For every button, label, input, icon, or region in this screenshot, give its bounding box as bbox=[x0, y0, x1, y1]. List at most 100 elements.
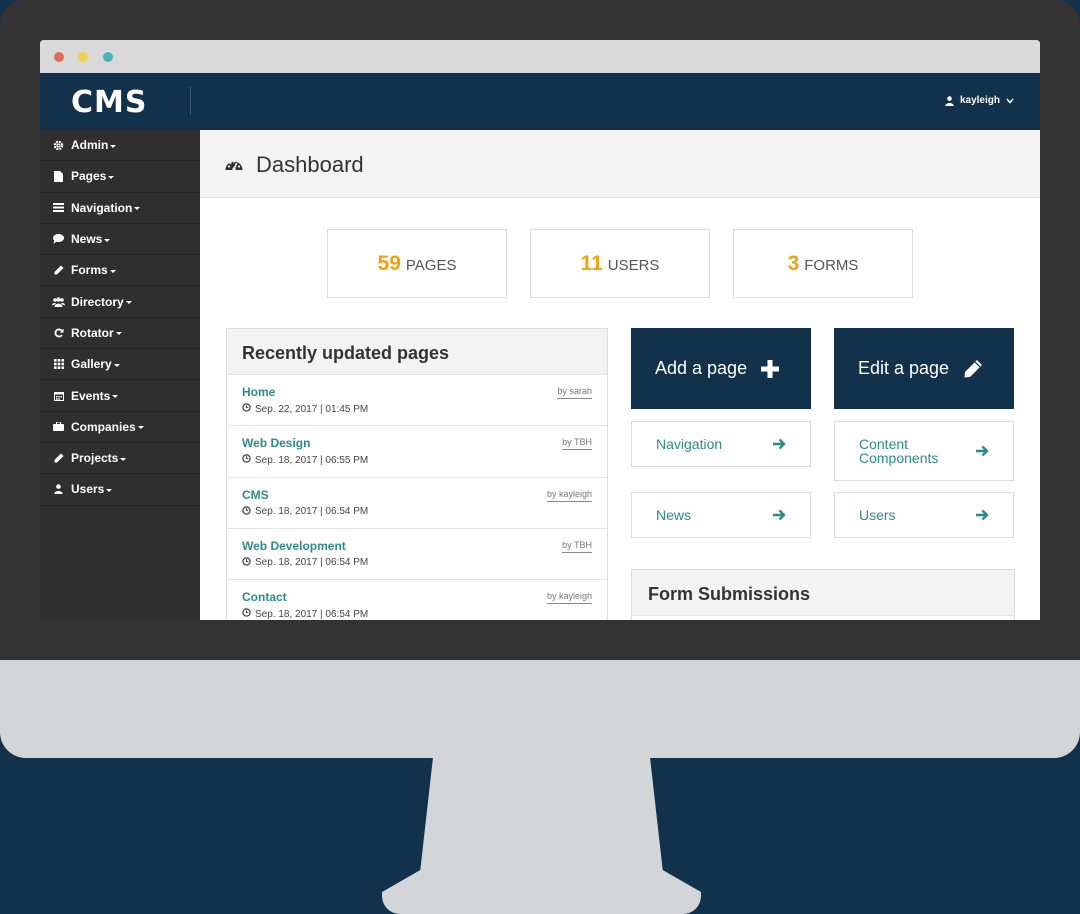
caret-down-icon bbox=[110, 144, 117, 148]
sidebar-item-admin[interactable]: Admin bbox=[40, 130, 200, 162]
chevron-down-icon bbox=[1006, 97, 1014, 104]
comment-icon bbox=[52, 233, 65, 246]
arrow-right-icon bbox=[976, 509, 989, 521]
user-name: kayleigh bbox=[959, 95, 1000, 106]
sidebar-item-label: Directory bbox=[71, 294, 124, 309]
list-icon bbox=[52, 201, 65, 214]
page-title: Dashboard bbox=[256, 152, 364, 177]
form-submissions-panel: Form Submissions bbox=[631, 569, 1015, 620]
user-icon bbox=[52, 483, 65, 496]
stat-value: 59 bbox=[377, 251, 401, 275]
recent-page-link[interactable]: Web Design bbox=[242, 436, 592, 450]
list-item: Contact Sep. 18, 2017 | 06:54 PM by kayl… bbox=[227, 580, 607, 620]
author-badge: by TBH bbox=[562, 437, 592, 451]
sidebar-item-rotator[interactable]: Rotator bbox=[40, 318, 200, 350]
clock-icon bbox=[242, 454, 251, 466]
window-minimize-dot[interactable] bbox=[78, 52, 88, 62]
sidebar-item-news[interactable]: News bbox=[40, 224, 200, 256]
sidebar-item-events[interactable]: Events bbox=[40, 380, 200, 412]
list-item: Web Design Sep. 18, 2017 | 06:55 PM by T… bbox=[227, 426, 607, 478]
list-item: Web Development Sep. 18, 2017 | 06:54 PM… bbox=[227, 529, 607, 581]
clock-icon bbox=[242, 403, 251, 415]
window-close-dot[interactable] bbox=[54, 52, 64, 62]
pencil-icon bbox=[52, 264, 65, 277]
caret-down-icon bbox=[120, 457, 127, 461]
caret-down-icon bbox=[137, 426, 144, 430]
sidebar-item-projects[interactable]: Projects bbox=[40, 443, 200, 475]
navigation-link-label: Navigation bbox=[656, 436, 723, 452]
page-header: Dashboard bbox=[200, 130, 1040, 198]
date-text: Sep. 18, 2017 | 06:54 PM bbox=[255, 608, 369, 620]
recent-page-link[interactable]: CMS bbox=[242, 488, 592, 502]
recent-page-date: Sep. 18, 2017 | 06:54 PM bbox=[242, 557, 592, 569]
author-badge: by kayleigh bbox=[546, 591, 592, 605]
user-menu[interactable]: kayleigh bbox=[945, 95, 1014, 106]
news-link[interactable]: News bbox=[631, 492, 811, 538]
sidebar-item-gallery[interactable]: Gallery bbox=[40, 349, 200, 381]
recent-page-link[interactable]: Contact bbox=[242, 590, 592, 604]
sidebar-item-forms[interactable]: Forms bbox=[40, 255, 200, 287]
sidebar-item-label: Navigation bbox=[71, 200, 133, 215]
screen: CMS kayleigh Admin Pages Navigation News… bbox=[40, 40, 1040, 620]
content-components-link[interactable]: Content Components bbox=[834, 421, 1014, 481]
stat-users: 11 USERS bbox=[530, 229, 710, 298]
recent-page-date: Sep. 22, 2017 | 01:45 PM bbox=[242, 403, 592, 415]
date-text: Sep. 18, 2017 | 06:54 PM bbox=[255, 506, 369, 518]
grid-icon bbox=[52, 358, 65, 371]
content-components-link-label: Content Components bbox=[859, 436, 939, 466]
pencil-icon bbox=[963, 359, 983, 379]
date-text: Sep. 18, 2017 | 06:55 PM bbox=[255, 454, 369, 466]
arrow-right-icon bbox=[773, 509, 786, 521]
sidebar-item-label: Users bbox=[71, 482, 105, 497]
dashboard-icon bbox=[225, 157, 243, 176]
add-page-button[interactable]: Add a page bbox=[631, 328, 811, 409]
recent-page-date: Sep. 18, 2017 | 06:54 PM bbox=[242, 608, 592, 620]
recent-page-link[interactable]: Web Development bbox=[242, 539, 592, 553]
caret-down-icon bbox=[134, 207, 141, 211]
file-icon bbox=[52, 170, 65, 183]
clock-icon bbox=[242, 505, 251, 518]
news-link-label: News bbox=[656, 507, 692, 523]
brand-logo[interactable]: CMS bbox=[71, 85, 147, 120]
recent-pages-title: Recently updated pages bbox=[227, 329, 607, 375]
sidebar-item-label: Gallery bbox=[71, 357, 112, 372]
navigation-link[interactable]: Navigation bbox=[631, 421, 811, 467]
sidebar-item-label: News bbox=[71, 232, 103, 247]
user-icon bbox=[945, 95, 954, 106]
users-icon bbox=[52, 295, 65, 308]
clock-icon bbox=[242, 557, 251, 569]
monitor-stand bbox=[382, 757, 701, 914]
sidebar: Admin Pages Navigation News Forms Direct… bbox=[40, 130, 200, 620]
sidebar-item-directory[interactable]: Directory bbox=[40, 286, 200, 318]
window-maximize-dot[interactable] bbox=[103, 52, 113, 62]
edit-page-label: Edit a page bbox=[858, 358, 950, 378]
browser-bar bbox=[40, 40, 1040, 73]
sidebar-item-label: Projects bbox=[71, 451, 119, 466]
stat-value: 11 bbox=[580, 251, 603, 275]
pencil-icon bbox=[52, 452, 65, 465]
add-page-label: Add a page bbox=[655, 358, 748, 378]
sidebar-item-pages[interactable]: Pages bbox=[40, 161, 200, 193]
sidebar-item-label: Companies bbox=[71, 419, 136, 434]
stat-label: FORMS bbox=[804, 256, 859, 274]
sidebar-item-users[interactable]: Users bbox=[40, 474, 200, 506]
recent-page-date: Sep. 18, 2017 | 06:55 PM bbox=[242, 454, 592, 466]
form-submissions-title: Form Submissions bbox=[632, 570, 1014, 616]
date-text: Sep. 18, 2017 | 06:54 PM bbox=[255, 557, 369, 569]
edit-page-button[interactable]: Edit a page bbox=[834, 328, 1014, 409]
stat-value: 3 bbox=[787, 251, 800, 275]
users-link[interactable]: Users bbox=[834, 492, 1014, 538]
sidebar-item-navigation[interactable]: Navigation bbox=[40, 193, 200, 224]
list-item: Home Sep. 22, 2017 | 01:45 PM by sarah bbox=[227, 375, 607, 427]
recent-page-date: Sep. 18, 2017 | 06:54 PM bbox=[242, 505, 592, 518]
author-badge: by sarah bbox=[557, 386, 592, 399]
caret-down-icon bbox=[115, 332, 122, 336]
arrow-right-icon bbox=[773, 438, 786, 450]
sidebar-item-label: Pages bbox=[71, 169, 107, 184]
clock-icon bbox=[242, 608, 251, 620]
recent-page-link[interactable]: Home bbox=[242, 385, 592, 399]
stat-label: PAGES bbox=[405, 256, 457, 274]
sidebar-item-companies[interactable]: Companies bbox=[40, 412, 200, 443]
stat-label: USERS bbox=[607, 256, 660, 274]
refresh-icon bbox=[52, 326, 65, 339]
